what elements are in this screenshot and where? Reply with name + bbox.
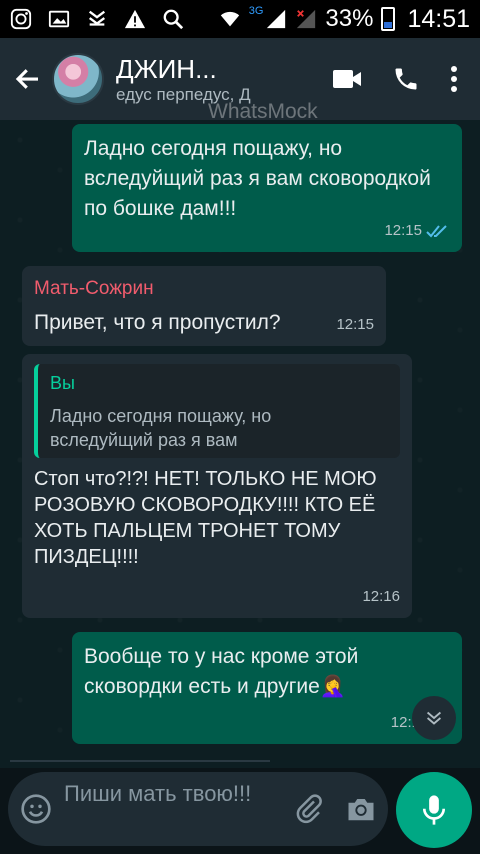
message-bubble-incoming-reply[interactable]: Вы Ладно сегодня пощажу, но вследуйщий р…	[22, 354, 412, 618]
back-button[interactable]	[6, 57, 50, 101]
chevron-double-down-icon	[426, 711, 442, 725]
search-icon	[163, 9, 184, 30]
more-vert-icon[interactable]	[450, 66, 458, 92]
status-bar: 3G 33% 14:51	[0, 0, 480, 38]
chat-area[interactable]: Ладно сегодня пощажу, но вследуйщий раз …	[0, 120, 480, 768]
paperclip-icon[interactable]	[294, 794, 324, 824]
signal-icon	[267, 9, 286, 29]
message-bubble-outgoing[interactable]: Вообще то у нас кроме этой сковордки ест…	[72, 632, 462, 744]
message-bubble-incoming[interactable]: Мать-Сожрин Привет, что я пропустил? 12:…	[22, 266, 386, 346]
message-text: Ладно сегодня пощажу, но вследуйщий раз …	[84, 137, 431, 220]
message-text: Привет, что я пропустил?	[34, 311, 281, 334]
mic-button[interactable]	[396, 772, 472, 848]
message-text: Вообще то у нас кроме этой сковордки ест…	[84, 642, 450, 702]
message-text-content: Вообще то у нас кроме этой сковордки ест…	[84, 645, 359, 698]
microphone-icon	[422, 795, 446, 825]
message-time: 12:15	[336, 316, 374, 333]
facepalm-emoji: 🤦‍♀️	[319, 675, 346, 698]
chat-title: ДЖИН...	[116, 53, 217, 84]
message-input[interactable]	[64, 777, 274, 841]
message-time-text: 12:15	[384, 222, 422, 239]
download-icon	[88, 10, 106, 26]
wifi-icon	[220, 11, 239, 27]
scroll-down-button[interactable]	[412, 696, 456, 740]
instagram-icon	[10, 8, 32, 30]
contact-info[interactable]: ДЖИН... едус перпедус, Д	[116, 54, 266, 105]
quoted-message[interactable]: Вы Ладно сегодня пощажу, но вследуйщий р…	[34, 364, 400, 458]
message-text: Стоп что?!?! НЕТ! ТОЛЬКО НЕ МОЮ РОЗОВУЮ …	[34, 468, 377, 568]
image-icon	[48, 10, 70, 28]
signal-no-service-icon	[297, 9, 316, 29]
battery-percent: 33%	[325, 5, 374, 32]
warning-icon	[124, 9, 146, 29]
read-ticks-icon	[426, 225, 447, 238]
quote-text: Ладно сегодня пощажу, но вследуйщий раз …	[50, 406, 272, 450]
sender-name: Мать-Сожрин	[34, 278, 154, 299]
message-time: 12:15	[384, 216, 450, 246]
status-time: 14:51	[407, 4, 470, 33]
avatar[interactable]	[52, 53, 104, 105]
video-call-icon[interactable]	[332, 67, 362, 91]
message-composer	[8, 772, 388, 846]
arrow-left-icon	[15, 69, 38, 89]
message-time: 12:16	[362, 588, 400, 605]
emoji-icon[interactable]	[20, 793, 52, 825]
phone-icon[interactable]	[392, 65, 420, 93]
battery-icon	[381, 7, 396, 31]
network-type: 3G	[248, 4, 264, 17]
message-bubble-outgoing[interactable]: Ладно сегодня пощажу, но вследуйщий раз …	[72, 124, 462, 252]
chat-divider	[10, 760, 270, 762]
quote-author: Вы	[50, 373, 75, 393]
camera-icon[interactable]	[346, 795, 376, 823]
